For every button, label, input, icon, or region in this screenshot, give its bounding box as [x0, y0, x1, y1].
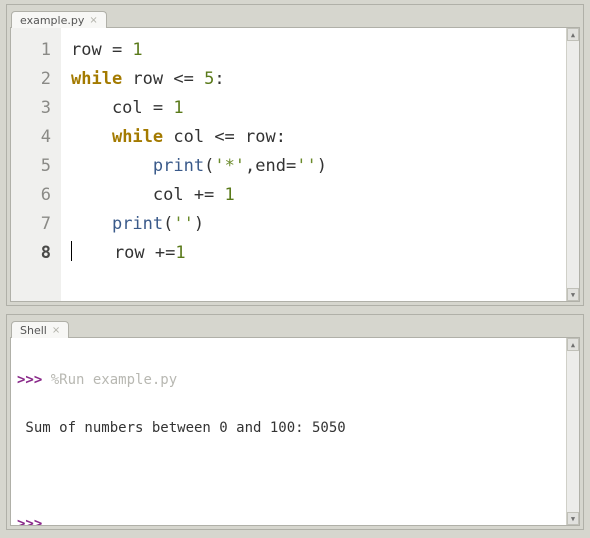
close-icon[interactable]: × — [89, 16, 97, 26]
code-line[interactable]: col = 1 — [71, 94, 562, 123]
editor-scrollbar[interactable]: ▲ ▼ — [566, 28, 579, 301]
code-line[interactable]: print('') — [71, 210, 562, 239]
code-line[interactable]: row = 1 — [71, 36, 562, 65]
shell-run-line: >>> %Run example.py — [17, 368, 562, 392]
line-number: 2 — [17, 65, 51, 94]
shell-tab-label: Shell — [20, 324, 47, 337]
code-area[interactable]: row = 1while row <= 5: col = 1 while col… — [61, 28, 566, 301]
shell-output-line: Sum of numbers between 0 and 100: 5050 — [17, 416, 562, 440]
editor-content[interactable]: 12345678 row = 1while row <= 5: col = 1 … — [10, 27, 580, 302]
code-line[interactable]: col += 1 — [71, 181, 562, 210]
editor-panel: example.py × 12345678 row = 1while row <… — [6, 4, 584, 306]
scroll-down-icon[interactable]: ▼ — [567, 512, 579, 525]
shell-scrollbar[interactable]: ▲ ▼ — [566, 338, 579, 525]
line-number: 3 — [17, 94, 51, 123]
shell-tabbar: Shell × — [7, 315, 583, 338]
shell-prompt-line[interactable]: >>> — [17, 512, 562, 526]
shell-tab[interactable]: Shell × — [11, 321, 69, 338]
close-icon[interactable]: × — [52, 326, 60, 336]
line-number: 7 — [17, 210, 51, 239]
shell-blank-line — [17, 464, 562, 488]
shell-run-cmd: %Run example.py — [51, 372, 177, 388]
code-line[interactable]: print('*',end='') — [71, 152, 562, 181]
line-number: 6 — [17, 181, 51, 210]
shell-content[interactable]: >>> %Run example.py Sum of numbers betwe… — [10, 337, 580, 526]
editor-tab[interactable]: example.py × — [11, 11, 107, 28]
shell-prompt: >>> — [17, 372, 42, 388]
scroll-up-icon[interactable]: ▲ — [567, 338, 579, 351]
scroll-down-icon[interactable]: ▼ — [567, 288, 579, 301]
scroll-up-icon[interactable]: ▲ — [567, 28, 579, 41]
line-number: 4 — [17, 123, 51, 152]
shell-output-area[interactable]: >>> %Run example.py Sum of numbers betwe… — [11, 338, 566, 525]
code-line[interactable]: row +=1 — [71, 239, 562, 268]
editor-tab-label: example.py — [20, 14, 84, 27]
shell-prompt: >>> — [17, 516, 42, 526]
code-line[interactable]: while row <= 5: — [71, 65, 562, 94]
line-number: 5 — [17, 152, 51, 181]
caret — [71, 241, 72, 261]
shell-panel: Shell × >>> %Run example.py Sum of numbe… — [6, 314, 584, 530]
line-number-gutter: 12345678 — [11, 28, 61, 301]
line-number: 1 — [17, 36, 51, 65]
code-line[interactable]: while col <= row: — [71, 123, 562, 152]
line-number: 8 — [17, 239, 51, 268]
editor-tabbar: example.py × — [7, 5, 583, 28]
